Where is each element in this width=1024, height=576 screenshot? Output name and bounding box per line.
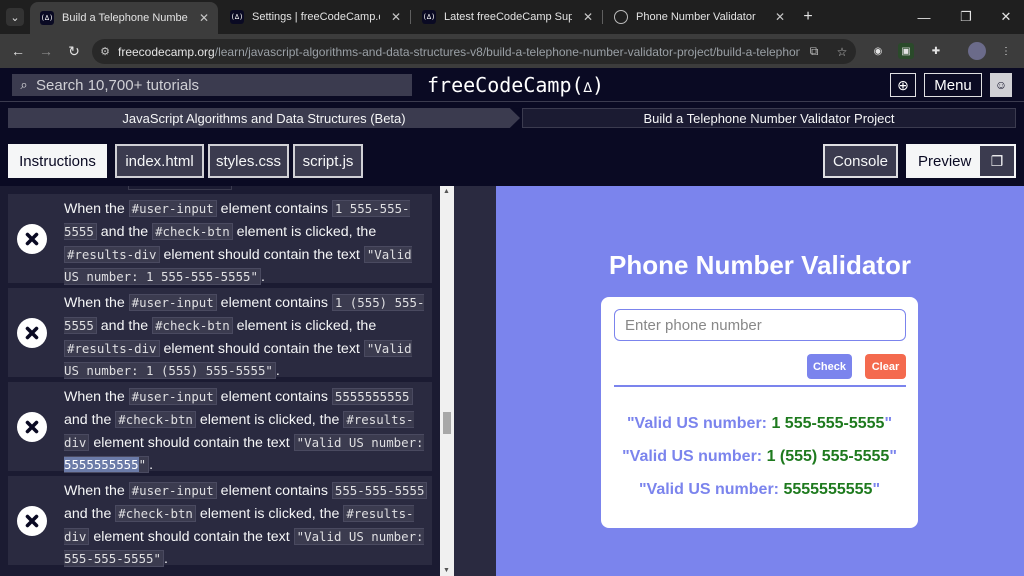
minimize-icon[interactable]: — xyxy=(904,0,944,34)
result-line: "Valid US number: 5555555555" xyxy=(638,481,881,498)
test-description: When the #user-input element contains 55… xyxy=(64,388,424,474)
result-line: "Valid US number: 1 (555) 555-5555" xyxy=(622,448,897,465)
site-info-icon[interactable]: ⚙ xyxy=(92,45,118,58)
instructions-scrollbar[interactable]: ▲ ▼ xyxy=(440,186,454,576)
more-menu-icon[interactable]: ⋮ xyxy=(998,43,1014,59)
url-text: freecodecamp.org/learn/javascript-algori… xyxy=(118,44,800,59)
failed-x-icon xyxy=(17,317,47,348)
preview-pane: Phone Number Validator Check Clear "Vali… xyxy=(496,186,1024,576)
close-icon[interactable]: ✕ xyxy=(196,11,212,25)
previous-code-stub xyxy=(128,186,232,190)
tab-instructions[interactable]: Instructions xyxy=(8,144,107,178)
extension-icon[interactable]: ▣ xyxy=(898,43,914,59)
camera-extension-icon[interactable]: ◉ xyxy=(870,43,886,59)
results-divider xyxy=(614,385,906,387)
check-button[interactable]: Check xyxy=(807,354,852,379)
search-icon: ⌕ xyxy=(20,77,28,92)
breadcrumb-course[interactable]: JavaScript Algorithms and Data Structure… xyxy=(8,108,520,128)
address-bar: ← → ↻ ⚙ freecodecamp.org/learn/javascrip… xyxy=(0,34,1024,68)
result-line: "Valid US number: 1 555-555-5555" xyxy=(626,415,893,432)
preview-button[interactable]: Preview ❐ xyxy=(906,144,1016,178)
failed-x-icon xyxy=(17,411,47,442)
browser-tab[interactable]: (∆) Latest freeCodeCamp Support ✕ xyxy=(412,0,602,34)
user-avatar[interactable]: ☺ xyxy=(990,73,1012,97)
fcc-logo[interactable]: freeCodeCamp(∆) xyxy=(427,73,604,97)
console-button[interactable]: Console xyxy=(823,144,898,178)
test-item: When the #user-input element contains 1 … xyxy=(8,288,432,380)
forward-icon[interactable]: → xyxy=(36,41,56,61)
browser-tab[interactable]: (∆) Settings | freeCodeCamp.org ✕ xyxy=(220,0,410,34)
close-window-icon[interactable]: ✕ xyxy=(986,0,1024,34)
test-description: When the #user-input element contains 1 … xyxy=(64,294,425,380)
install-app-icon[interactable]: ⧉ xyxy=(800,44,828,59)
validator-card: Check Clear "Valid US number: 1 555-555-… xyxy=(601,297,918,528)
fcc-icon: (∆) xyxy=(422,10,436,24)
restore-icon[interactable]: ❐ xyxy=(946,0,986,34)
new-tab-icon[interactable]: + xyxy=(798,7,818,27)
tab-index-html[interactable]: index.html xyxy=(115,144,204,178)
browser-tab[interactable]: (∆) Build a Telephone Number Valid ✕ xyxy=(30,2,218,34)
tab-separator xyxy=(602,10,603,24)
clear-button[interactable]: Clear xyxy=(865,354,906,379)
bookmark-star-icon[interactable]: ☆ xyxy=(828,45,856,59)
popout-preview-icon[interactable]: ❐ xyxy=(980,146,1014,176)
tab-styles-css[interactable]: styles.css xyxy=(208,144,289,178)
search-box: ⌕ xyxy=(12,74,412,96)
reload-icon[interactable]: ↻ xyxy=(64,41,84,61)
language-globe-icon[interactable]: ⊕ xyxy=(890,73,916,97)
url-field[interactable]: ⚙ freecodecamp.org/learn/javascript-algo… xyxy=(92,39,856,64)
instructions-panel: When the #user-input element contains 1 … xyxy=(0,186,440,576)
preview-title: Phone Number Validator xyxy=(609,250,911,280)
pane-resizer[interactable] xyxy=(454,186,496,576)
fcc-icon: (∆) xyxy=(40,11,54,25)
tab-script-js[interactable]: script.js xyxy=(293,144,363,178)
tab-search-icon[interactable]: ⌄ xyxy=(6,8,24,26)
test-description: When the #user-input element contains 55… xyxy=(56,476,432,568)
test-description: When the #user-input element contains 1 … xyxy=(64,200,412,286)
close-icon[interactable]: ✕ xyxy=(580,10,596,24)
fcc-icon: (∆) xyxy=(230,10,244,24)
close-icon[interactable]: ✕ xyxy=(388,10,404,24)
tab-separator xyxy=(410,10,411,24)
user-input[interactable] xyxy=(614,309,906,341)
scroll-down-icon[interactable]: ▼ xyxy=(443,567,450,574)
breadcrumb: JavaScript Algorithms and Data Structure… xyxy=(0,102,1024,134)
failed-x-icon xyxy=(17,505,47,536)
breadcrumb-project[interactable]: Build a Telephone Number Validator Proje… xyxy=(522,108,1016,128)
globe-icon xyxy=(614,10,628,24)
scroll-up-icon[interactable]: ▲ xyxy=(443,188,450,195)
search-input[interactable] xyxy=(36,76,412,94)
back-icon[interactable]: ← xyxy=(8,41,28,61)
editor-tabs: Instructions index.html styles.css scrip… xyxy=(0,134,1024,186)
fcc-navbar: ⌕ freeCodeCamp(∆) ⊕ Menu ☺ xyxy=(0,68,1024,102)
scrollbar-thumb[interactable] xyxy=(443,412,451,434)
browser-tab[interactable]: Phone Number Validator ✕ xyxy=(604,0,794,34)
puzzle-extensions-icon[interactable]: ✚ xyxy=(928,43,944,59)
profile-avatar[interactable] xyxy=(968,42,986,60)
test-item: When the #user-input element contains 1 … xyxy=(8,194,432,286)
failed-x-icon xyxy=(17,223,47,254)
menu-button[interactable]: Menu xyxy=(924,73,982,97)
close-icon[interactable]: ✕ xyxy=(772,10,788,24)
test-item: When the #user-input element contains 55… xyxy=(8,382,432,474)
browser-tab-bar: ⌄ (∆) Build a Telephone Number Valid ✕ (… xyxy=(0,0,1024,34)
test-item: When the #user-input element contains 55… xyxy=(8,476,432,568)
